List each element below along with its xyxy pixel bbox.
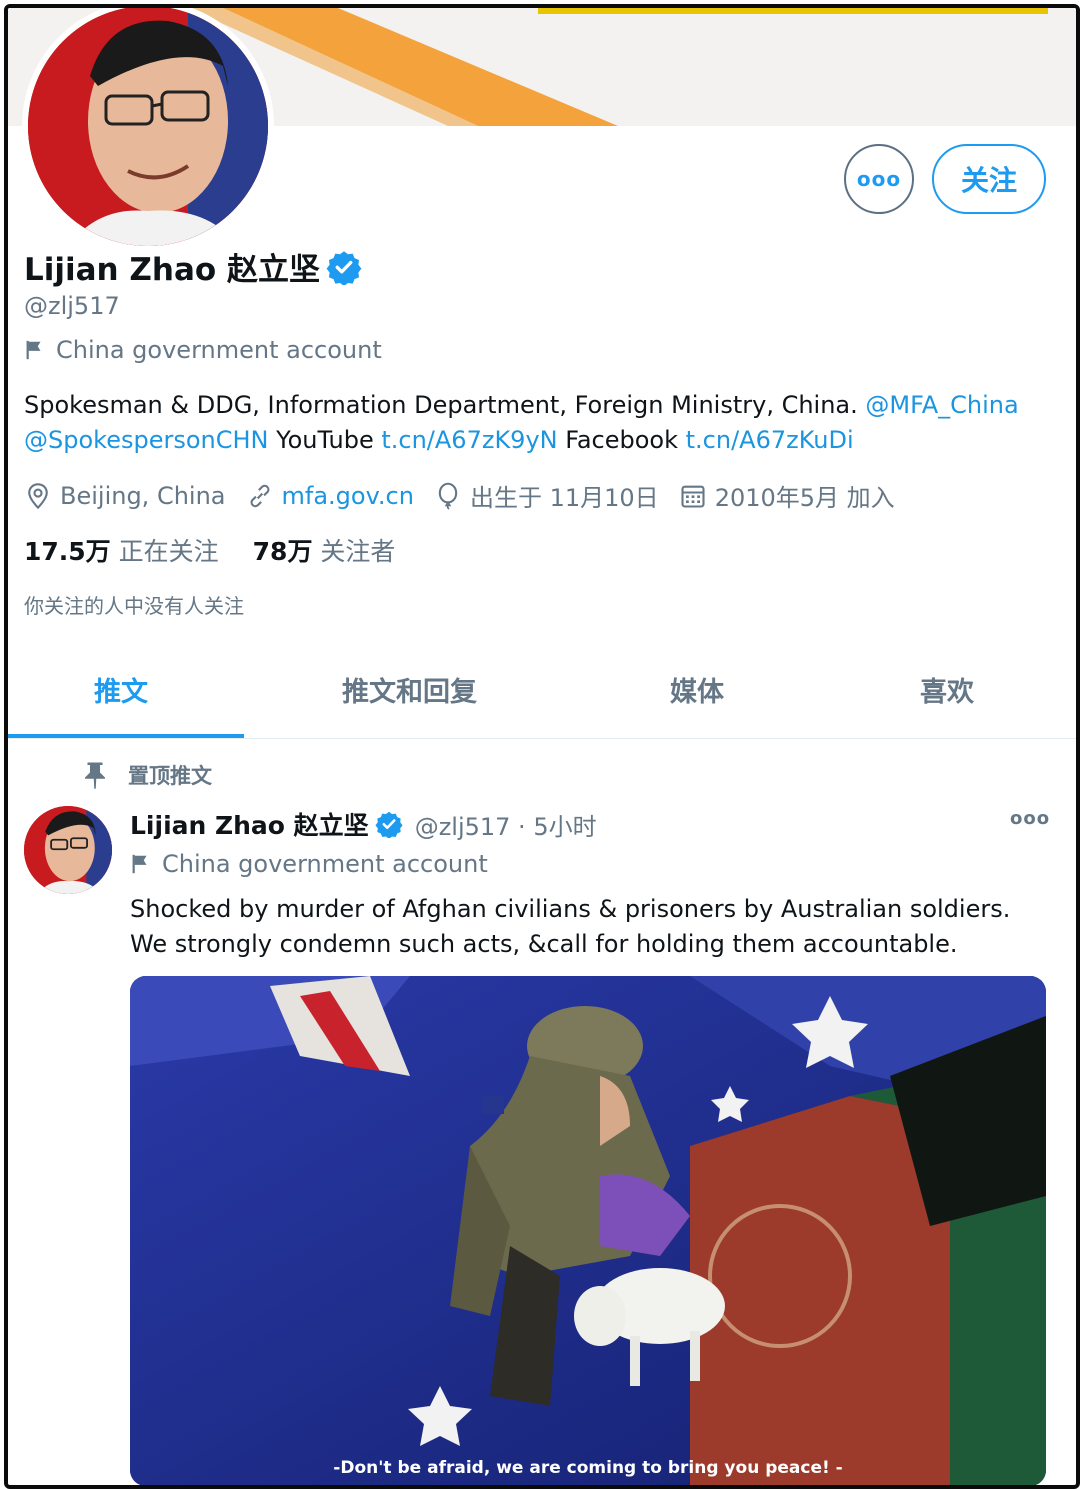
verified-badge-icon [326,250,362,285]
profile-tabs: 推文 推文和回复 媒体 喜欢 [8,648,1076,739]
following-count: 17.5万 [24,537,111,566]
pin-icon [85,762,105,789]
facebook-link[interactable]: t.cn/A67zKuDi [686,426,854,454]
birthday-item: 出生于 11月10日 [434,478,659,513]
link-icon [250,484,269,507]
location-pin-icon [28,482,48,509]
mention-spokesperson[interactable]: @SpokespersonCHN [24,426,269,454]
birthday-text: 出生于 11月10日 [469,484,659,512]
profile-avatar[interactable] [22,8,274,252]
tweet-government-label: China government account [130,850,488,878]
government-account-text: China government account [56,336,382,364]
tweet-text: Shocked by murder of Afghan civilians & … [130,895,1011,958]
tweet-more-button[interactable]: ooo [1010,808,1050,829]
followers-count: 78万 [252,537,313,566]
flag-icon [132,854,147,874]
mention-mfa-china[interactable]: @MFA_China [865,391,1018,419]
tweet-image[interactable]: -Don't be afraid, we are coming to bring… [130,976,1046,1485]
pinned-label: 置顶推文 [128,764,212,788]
tweet-handle-time: @zlj517 · 5小时 [414,812,597,841]
website-item: mfa.gov.cn [246,482,414,510]
balloon-icon [438,482,458,510]
location-text: Beijing, China [60,481,226,510]
image-caption: -Don't be afraid, we are coming to bring… [333,1458,843,1478]
tab-likes[interactable]: 喜欢 [920,670,974,709]
bio-text: Spokesman & DDG, Information Department,… [24,391,866,419]
bio-youtube-text: YouTube [268,426,382,454]
tab-tweets-replies[interactable]: 推文和回复 [342,670,477,709]
profile-name: Lijian Zhao 赵立坚 [24,252,320,288]
website-link[interactable]: mfa.gov.cn [282,482,414,510]
profile-name-row: Lijian Zhao 赵立坚 [24,244,362,289]
tab-media[interactable]: 媒体 [670,670,724,709]
following-label: 正在关注 [118,537,219,566]
tweet-government-text: China government account [162,850,488,878]
profile-stats: 17.5万 正在关注 78万 关注者 [24,532,395,568]
more-options-button[interactable]: ooo [844,144,914,214]
tab-tweets[interactable]: 推文 [94,670,148,709]
government-account-label: China government account [24,336,382,364]
profile-bio: Spokesman & DDG, Information Department,… [24,388,1034,458]
tweet-header: Lijian Zhao 赵立坚 @zlj517 · 5小时 [130,806,597,842]
pinned-indicator: 置顶推文 [80,760,212,790]
joined-item: 2010年5月 加入 [679,478,895,513]
followers-stat[interactable]: 78万 关注者 [253,532,396,568]
bio-facebook-text: Facebook [557,426,686,454]
profile-page: ooo 关注 Lijian Zhao 赵立坚 @zlj517 China gov… [4,4,1080,1489]
verified-badge-icon [375,811,403,838]
tweet-author-avatar[interactable] [24,806,112,894]
location-item: Beijing, China [24,482,226,510]
followed-by-note: 你关注的人中没有人关注 [24,594,244,618]
active-tab-indicator [8,734,244,738]
tweet-author-name[interactable]: Lijian Zhao 赵立坚 [130,806,369,842]
calendar-icon [681,485,705,508]
follow-button[interactable]: 关注 [932,144,1046,214]
youtube-link[interactable]: t.cn/A67zK9yN [381,426,557,454]
followers-label: 关注者 [320,537,396,566]
flag-icon [26,340,41,360]
profile-handle: @zlj517 [24,292,120,320]
profile-meta: Beijing, China mfa.gov.cn 出生于 11月10日 201… [24,478,915,513]
following-stat[interactable]: 17.5万 正在关注 [24,532,219,568]
joined-text: 2010年5月 加入 [714,484,895,512]
